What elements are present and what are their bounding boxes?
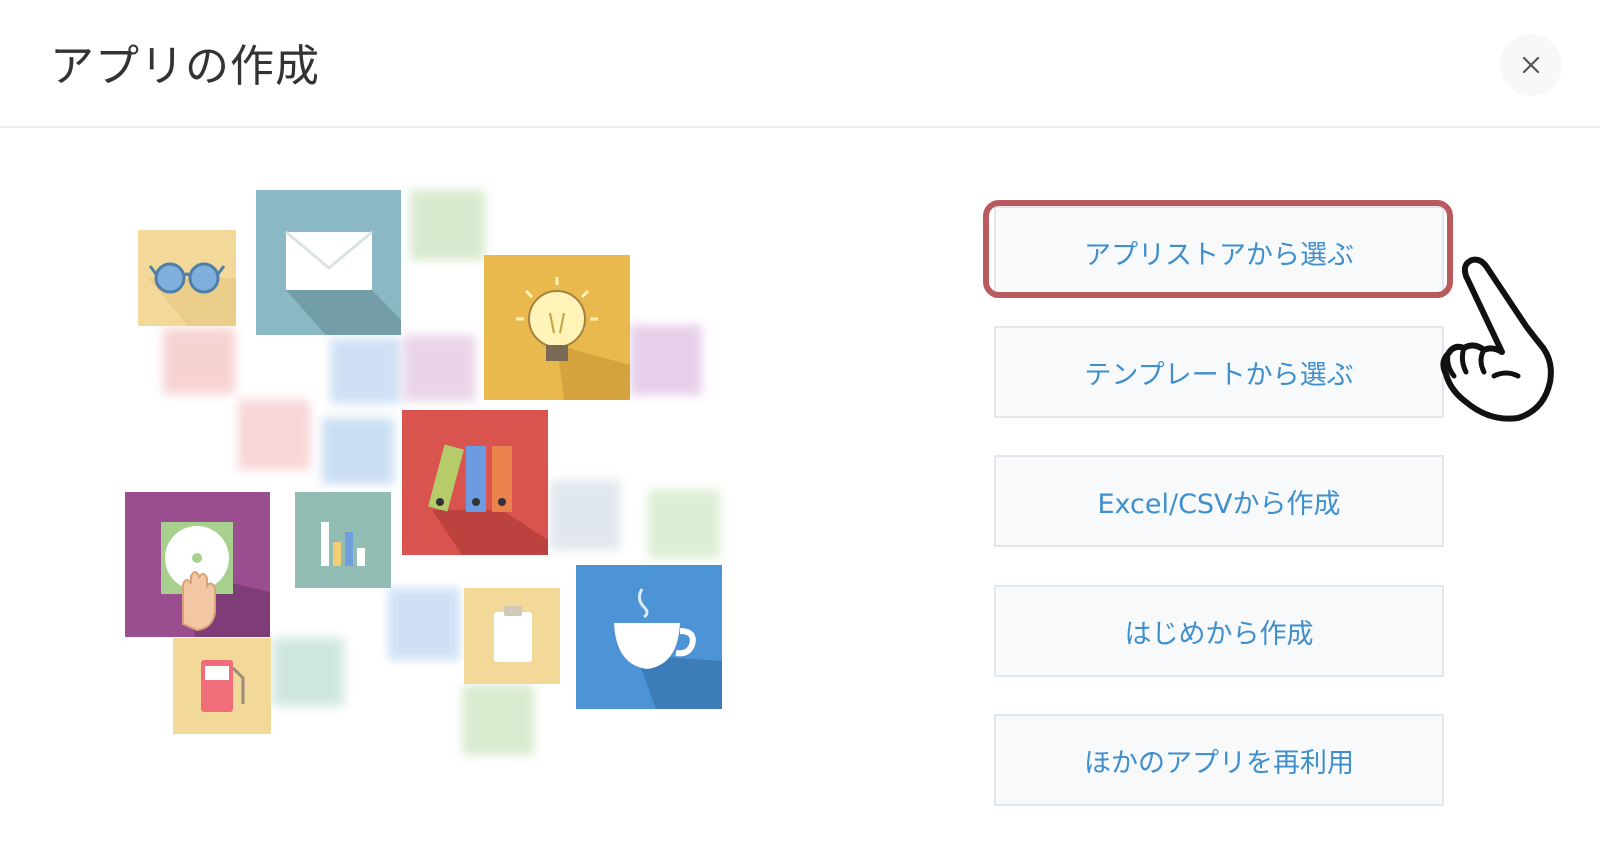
dialog-title: アプリの作成 xyxy=(50,41,320,92)
blurred-tile xyxy=(462,685,534,755)
close-button[interactable] xyxy=(1500,34,1562,96)
option-template-button[interactable]: テンプレートから選ぶ xyxy=(994,326,1444,418)
lightbulb-tile xyxy=(484,255,630,400)
envelope-icon xyxy=(285,230,401,335)
blurred-tile xyxy=(630,325,702,395)
option-app-store-button[interactable]: アプリストアから選ぶ xyxy=(994,206,1444,298)
fuel-tile xyxy=(173,638,271,734)
option-from-scratch-button[interactable]: はじめから作成 xyxy=(994,585,1444,677)
mail-tile xyxy=(256,190,401,335)
option-label: ほかのアプリを再利用 xyxy=(1084,747,1354,779)
blurred-tile xyxy=(163,328,235,394)
blurred-tile xyxy=(238,400,310,470)
option-label: Excel/CSVから作成 xyxy=(1097,488,1341,520)
option-label: はじめから作成 xyxy=(1124,618,1314,650)
blurred-tile xyxy=(550,480,620,550)
blurred-tile xyxy=(410,190,485,260)
blurred-tile xyxy=(388,588,460,660)
chart-tile xyxy=(295,492,391,588)
close-icon xyxy=(1522,56,1540,74)
hand-disc-icon xyxy=(161,522,270,637)
option-label: テンプレートから選ぶ xyxy=(1084,359,1354,391)
binders-tile xyxy=(402,410,548,555)
header-divider xyxy=(0,126,1600,128)
pointing-hand-icon xyxy=(1440,256,1554,422)
blurred-tile xyxy=(322,418,394,484)
coffee-tile xyxy=(576,565,722,709)
dialog-header: アプリの作成 xyxy=(0,0,1600,126)
fuel-pump-icon xyxy=(201,660,245,712)
disc-tile xyxy=(125,492,270,637)
bar-chart-icon xyxy=(321,522,365,566)
option-label: アプリストアから選ぶ xyxy=(1084,239,1354,271)
glasses-tile xyxy=(138,230,236,326)
clipboard-tile xyxy=(464,588,560,684)
option-reuse-app-button[interactable]: ほかのアプリを再利用 xyxy=(994,714,1444,806)
binders-icon xyxy=(428,444,548,555)
glasses-icon xyxy=(148,262,236,326)
lightbulb-icon xyxy=(516,277,630,400)
blurred-tile xyxy=(648,490,720,558)
option-excel-csv-button[interactable]: Excel/CSVから作成 xyxy=(994,455,1444,547)
coffee-cup-icon xyxy=(614,588,722,709)
blurred-tile xyxy=(330,338,400,404)
blurred-tile xyxy=(272,638,344,706)
blurred-tile xyxy=(403,335,475,401)
clipboard-icon xyxy=(494,606,532,662)
